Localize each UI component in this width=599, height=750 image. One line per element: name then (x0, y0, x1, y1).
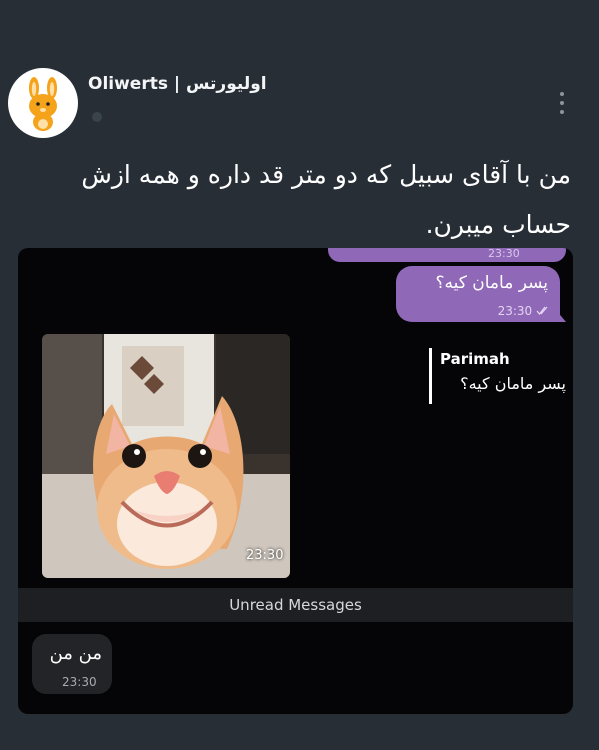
tweet-text: من با آقای سبیل که دو متر قد داره و همه … (81, 160, 571, 239)
chat-screenshot[interactable]: 23:30 پسر مامان کیه؟ 23:30 23:30 Parimah… (18, 248, 573, 714)
bunny-avatar-icon[interactable] (8, 68, 78, 138)
message-time: 23:30 (497, 304, 533, 318)
cat-photo[interactable] (42, 334, 290, 578)
photo-time: 23:30 (246, 548, 284, 563)
reply-preview[interactable]: Parimah پسر مامان کیه؟ (429, 348, 566, 404)
outgoing-message-bubble: پسر مامان کیه؟ 23:30 (396, 266, 560, 322)
reply-quoted-text: پسر مامان کیه؟ (460, 374, 566, 393)
bubble-tail (556, 310, 566, 322)
reply-sender-name: Parimah (440, 350, 510, 368)
incoming-message-bubble: من من 23:30 (32, 634, 112, 694)
outgoing-bubble-cropped: 23:30 (328, 248, 566, 262)
handle-placeholder (92, 112, 102, 122)
vertical-dots-icon[interactable] (556, 90, 568, 116)
message-meta: 23:30 (498, 304, 550, 318)
message-text: من من (49, 643, 102, 664)
username[interactable]: Oliwerts | اولیورتس (88, 74, 267, 94)
message-time: 23:30 (488, 248, 520, 260)
double-check-icon (536, 304, 550, 318)
unread-messages-divider: Unread Messages (18, 588, 573, 622)
message-time: 23:30 (62, 675, 97, 689)
message-text: پسر مامان کیه؟ (435, 273, 548, 293)
